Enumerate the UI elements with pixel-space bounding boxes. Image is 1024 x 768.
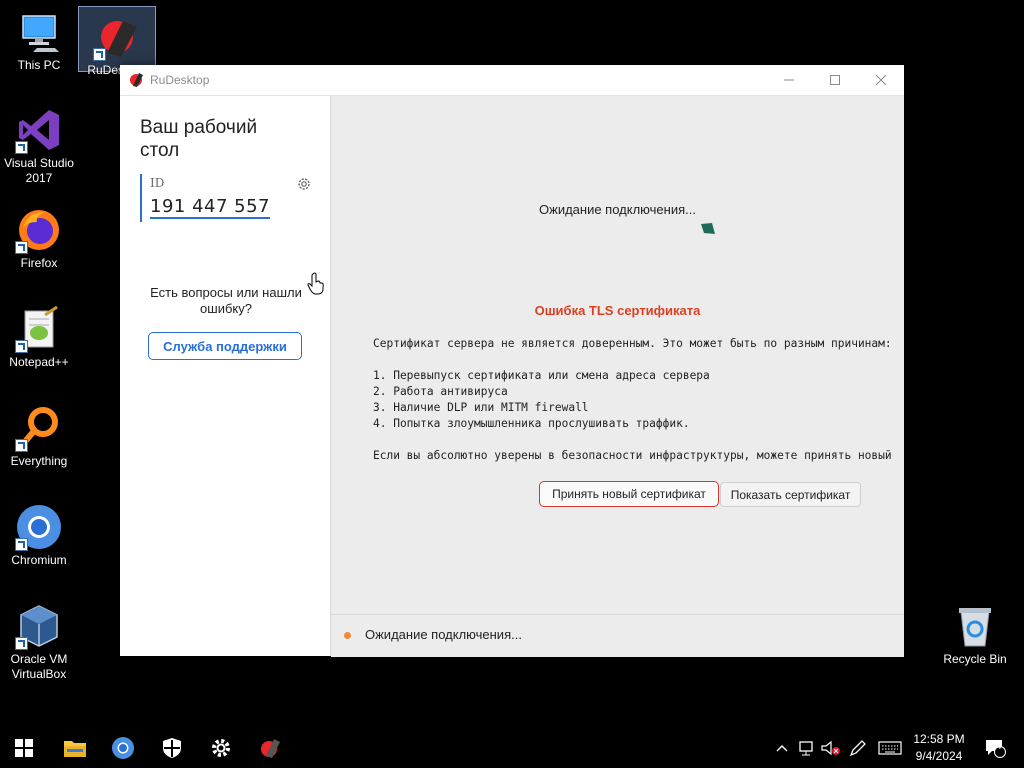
tray-show-hidden[interactable] (772, 728, 792, 768)
keyboard-icon (878, 741, 902, 755)
firefox-icon (15, 206, 63, 254)
taskbar-clock[interactable]: 12:58 PM 9/4/2024 (908, 731, 970, 765)
notification-count: 4 (996, 741, 1002, 752)
computer-icon (15, 8, 63, 56)
clock-time: 12:58 PM (913, 732, 965, 746)
notepadpp-icon (15, 305, 63, 353)
desktop-icon-label: Chromium (11, 553, 67, 567)
chromium-icon (15, 503, 63, 551)
notification-icon (986, 740, 1006, 758)
tray-network[interactable] (796, 728, 818, 768)
desktop-icon-chromium[interactable]: Chromium (0, 503, 78, 568)
loading-spinner-icon (701, 222, 715, 234)
shortcut-arrow-icon (15, 141, 28, 154)
network-icon (799, 741, 813, 756)
status-dot (344, 632, 351, 639)
sidebar: Ваш рабочий стол ID 191 447 557 Есть воп… (120, 96, 331, 656)
close-button[interactable] (858, 65, 904, 95)
id-value[interactable]: 191 447 557 (150, 196, 271, 219)
chromium-icon (112, 737, 134, 759)
pen-icon (849, 740, 866, 757)
rudesktop-window: RuDesktop Ваш рабочий стол ID 191 447 55… (120, 65, 904, 657)
virtualbox-icon (15, 602, 63, 650)
desktop-icon-firefox[interactable]: Firefox (0, 206, 78, 271)
desktop-icon-label: Notepad++ (9, 355, 69, 369)
maximize-icon (830, 75, 840, 85)
sidebar-heading: Ваш рабочий стол (140, 117, 258, 161)
help-text: Есть вопросы или нашли ошибку? (150, 285, 302, 316)
rudesktop-app-icon (93, 13, 141, 61)
id-block: ID 191 447 557 (140, 174, 314, 222)
taskbar-security[interactable] (148, 728, 196, 768)
gear-icon[interactable] (296, 176, 312, 192)
taskbar: 12:58 PM 9/4/2024 4 (0, 728, 1024, 768)
shield-icon (163, 738, 181, 758)
chevron-up-icon (776, 745, 788, 752)
waiting-text: Ожидание подключения... (539, 202, 696, 217)
desktop-icon-virtualbox[interactable]: Oracle VM VirtualBox (0, 602, 78, 682)
close-icon (875, 74, 887, 86)
show-certificate-button[interactable]: Показать сертификат (720, 482, 861, 507)
tls-error-title: Ошибка TLS сертификата (534, 303, 701, 318)
desktop-icon-notepadpp[interactable]: Notepad++ (0, 305, 78, 370)
folder-icon (64, 741, 86, 757)
desktop-icon-label: Visual Studio 2017 (4, 156, 74, 185)
shortcut-arrow-icon (15, 538, 28, 551)
everything-search-icon (15, 404, 63, 452)
shortcut-arrow-icon (15, 241, 28, 254)
taskbar-rudesktop[interactable] (246, 728, 294, 768)
main-panel: Ожидание подключения... Ошибка TLS серти… (331, 96, 904, 614)
minimize-button[interactable] (766, 65, 812, 95)
recycle-bin-icon (951, 602, 999, 650)
clock-date: 9/4/2024 (915, 749, 963, 763)
windows-logo-icon (15, 739, 33, 757)
support-button[interactable]: Служба поддержки (148, 332, 302, 360)
rudesktop-logo-icon (261, 739, 280, 758)
shortcut-arrow-icon (15, 340, 28, 353)
desktop-icon-label: Everything (10, 454, 68, 468)
desktop-icon-this-pc[interactable]: This PC (0, 8, 78, 73)
shortcut-arrow-icon (15, 637, 28, 650)
tls-error-body: Сертификат сервера не является доверенны… (373, 337, 892, 462)
hand-cursor-icon (307, 272, 325, 296)
minimize-icon (784, 79, 794, 81)
desktop-icon-rudesktop[interactable]: RuDesktop (78, 6, 156, 77)
action-center-button[interactable]: 4 (978, 728, 1012, 768)
desktop-icon-label: This PC (17, 58, 61, 72)
tray-keyboard[interactable] (876, 728, 904, 768)
taskbar-settings[interactable] (197, 728, 245, 768)
maximize-button[interactable] (812, 65, 858, 95)
desktop-icon-label: Recycle Bin (943, 652, 1007, 666)
visual-studio-icon (15, 106, 63, 154)
status-text: Ожидание подключения... (365, 627, 522, 642)
taskbar-chromium[interactable] (99, 728, 147, 768)
tray-volume[interactable] (820, 728, 842, 768)
volume-muted-icon (821, 740, 840, 756)
accept-certificate-button[interactable]: Принять новый сертификат (539, 481, 719, 507)
desktop-icon-everything[interactable]: Everything (0, 404, 78, 469)
desktop-icon-visual-studio[interactable]: Visual Studio 2017 (0, 106, 78, 186)
desktop-icon-recycle-bin[interactable]: Recycle Bin (936, 602, 1014, 667)
window-title: RuDesktop (150, 73, 210, 87)
shortcut-arrow-icon (93, 48, 106, 61)
desktop-icon-label: Oracle VM VirtualBox (10, 652, 68, 681)
start-button[interactable] (0, 728, 48, 768)
rudesktop-logo-icon (128, 72, 144, 88)
id-label: ID (150, 176, 165, 190)
window-titlebar[interactable]: RuDesktop (120, 65, 904, 96)
status-bar: Ожидание подключения... (331, 614, 904, 657)
taskbar-file-explorer[interactable] (51, 728, 99, 768)
desktop-icon-label: Firefox (20, 256, 58, 270)
settings-gear-icon (212, 739, 230, 757)
shortcut-arrow-icon (15, 439, 28, 452)
tray-pen[interactable] (846, 728, 870, 768)
